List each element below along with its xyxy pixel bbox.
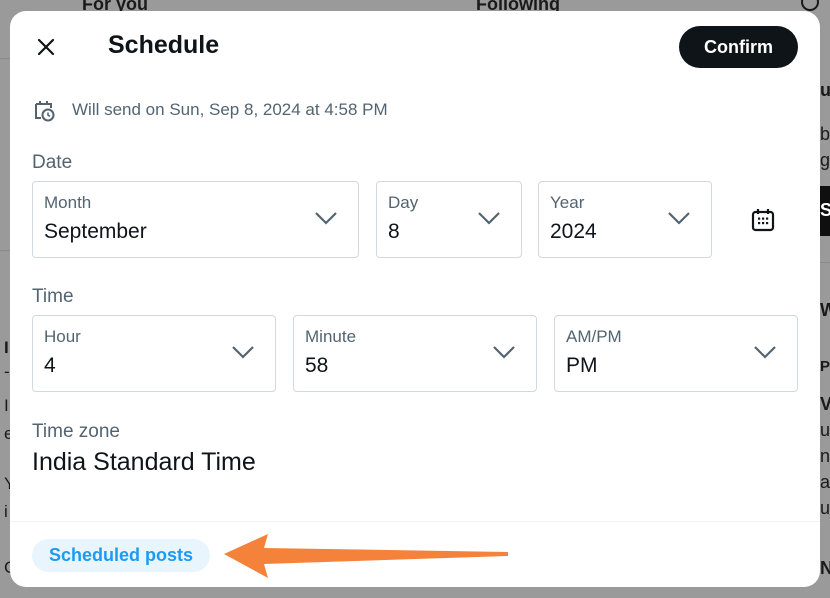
hour-value: 4 — [44, 354, 56, 377]
minute-select[interactable]: Minute 58 — [293, 315, 537, 392]
bg-divider — [0, 58, 10, 59]
close-button[interactable] — [30, 31, 62, 63]
bg-fragment: ur — [820, 420, 830, 440]
confirm-button[interactable]: Confirm — [679, 26, 798, 68]
calendar-clock-icon — [35, 101, 55, 122]
bg-fragment: VE — [820, 394, 830, 414]
close-icon — [37, 38, 55, 56]
year-value: 2024 — [550, 220, 597, 243]
hour-select[interactable]: Hour 4 — [32, 315, 276, 392]
date-section-label: Date — [32, 152, 73, 173]
bg-fragment: u — [820, 498, 830, 518]
chevron-down-icon — [315, 212, 337, 225]
bg-divider — [820, 262, 830, 263]
arrow-left-annotation — [224, 534, 508, 578]
chevron-down-icon — [232, 346, 254, 359]
calendar-icon — [751, 209, 775, 232]
month-label: Month — [44, 193, 92, 212]
hour-label: Hour — [44, 327, 81, 346]
chevron-down-icon — [493, 346, 515, 359]
dialog-title: Schedule — [108, 31, 220, 59]
timezone-label: Time zone — [32, 421, 120, 442]
send-info: Will send on Sun, Sep 8, 2024 at 4:58 PM — [32, 98, 388, 122]
time-section-label: Time — [32, 286, 74, 307]
month-value: September — [44, 220, 147, 243]
bg-fragment: P — [820, 358, 830, 375]
bg-fragment: S — [820, 200, 830, 220]
footer-divider — [10, 521, 820, 522]
scheduled-posts-button[interactable]: Scheduled posts — [32, 539, 211, 572]
year-label: Year — [550, 193, 585, 212]
send-info-text: Will send on Sun, Sep 8, 2024 at 4:58 PM — [72, 100, 388, 119]
ampm-value: PM — [566, 354, 598, 377]
bg-fragment: gi — [820, 150, 830, 170]
day-value: 8 — [388, 220, 400, 243]
bg-divider — [0, 250, 10, 251]
bg-fragment: W — [820, 300, 830, 320]
minute-value: 58 — [305, 354, 329, 377]
schedule-dialog: Schedule Confirm Will send on Sun, Sep 8… — [10, 11, 820, 587]
month-select[interactable]: Month September — [32, 181, 359, 258]
bg-fragment: b — [820, 124, 830, 144]
chevron-down-icon — [668, 212, 690, 225]
bg-fragment: ul — [820, 80, 830, 100]
bg-fragment: nt — [820, 446, 830, 466]
timezone-value: India Standard Time — [32, 448, 256, 476]
bg-fragment: ah — [820, 472, 830, 492]
ampm-select[interactable]: AM/PM PM — [554, 315, 798, 392]
year-select[interactable]: Year 2024 — [538, 181, 712, 258]
minute-label: Minute — [305, 327, 357, 346]
chevron-down-icon — [754, 346, 776, 359]
ampm-label: AM/PM — [566, 327, 622, 346]
day-label: Day — [388, 193, 419, 212]
calendar-picker-button[interactable] — [746, 203, 780, 237]
bg-fragment: N — [820, 558, 830, 578]
day-select[interactable]: Day 8 — [376, 181, 522, 258]
chevron-down-icon — [478, 212, 500, 225]
